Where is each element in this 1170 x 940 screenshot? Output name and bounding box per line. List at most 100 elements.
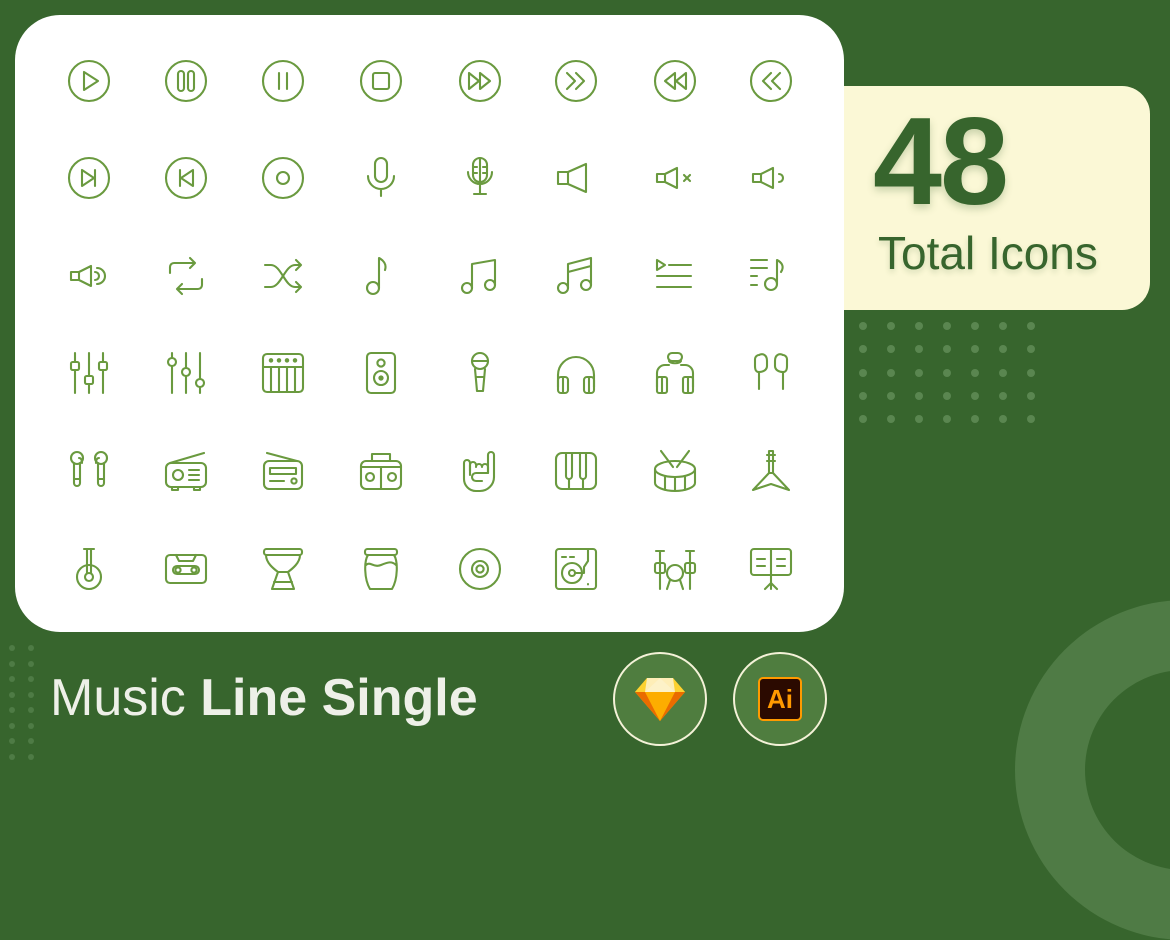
icon-count-label: Total Icons bbox=[878, 227, 1098, 279]
dot bbox=[887, 322, 895, 330]
speaker-mute-icon bbox=[651, 154, 699, 202]
equalizer-square-icon bbox=[65, 349, 113, 397]
dot bbox=[9, 676, 15, 682]
synthesizer-icon bbox=[259, 349, 307, 397]
fast-forward-circle-icon bbox=[456, 57, 504, 105]
dot bbox=[859, 369, 867, 377]
headset-icon bbox=[651, 349, 699, 397]
earphones-icon bbox=[747, 349, 795, 397]
dot bbox=[9, 754, 15, 760]
dot bbox=[859, 322, 867, 330]
dot bbox=[1027, 322, 1035, 330]
dot bbox=[28, 676, 34, 682]
sketch-badge bbox=[613, 652, 707, 746]
pause-circle-icon bbox=[162, 57, 210, 105]
dot bbox=[943, 392, 951, 400]
speaker-high-icon bbox=[65, 252, 113, 300]
stop-circle-icon bbox=[357, 57, 405, 105]
studio-microphone-icon bbox=[456, 154, 504, 202]
dot bbox=[915, 322, 923, 330]
dot bbox=[887, 369, 895, 377]
dot bbox=[999, 345, 1007, 353]
skip-next-circle-icon bbox=[65, 154, 113, 202]
title-regular: Music bbox=[50, 669, 201, 727]
dot bbox=[1027, 415, 1035, 423]
illustrator-icon: Ai bbox=[758, 677, 802, 721]
illustrator-badge: Ai bbox=[733, 652, 827, 746]
dot bbox=[9, 661, 15, 667]
equalizer-round-icon bbox=[162, 349, 210, 397]
dot bbox=[1027, 392, 1035, 400]
dot bbox=[915, 345, 923, 353]
dot bbox=[887, 392, 895, 400]
dot bbox=[943, 345, 951, 353]
dot bbox=[9, 723, 15, 729]
icon-count: 48 bbox=[873, 93, 1009, 231]
dot bbox=[28, 754, 34, 760]
dot bbox=[9, 738, 15, 744]
record-circle-icon bbox=[259, 154, 307, 202]
music-stand-icon bbox=[747, 545, 795, 593]
dot bbox=[971, 322, 979, 330]
product-title: Music Line Single bbox=[50, 672, 478, 724]
beamed-notes-icon bbox=[552, 252, 600, 300]
dot bbox=[999, 415, 1007, 423]
snare-drum-icon bbox=[651, 447, 699, 495]
sketch-icon bbox=[635, 678, 685, 721]
dot bbox=[859, 345, 867, 353]
dot bbox=[943, 369, 951, 377]
handheld-mic-icon bbox=[456, 349, 504, 397]
dot bbox=[915, 392, 923, 400]
chevrons-forward-circle-icon bbox=[552, 57, 600, 105]
dot bbox=[943, 415, 951, 423]
play-circle-icon bbox=[65, 57, 113, 105]
music-notes-icon bbox=[456, 252, 504, 300]
speaker-low-icon bbox=[747, 154, 795, 202]
banjo-icon bbox=[65, 545, 113, 593]
earbuds-icon bbox=[65, 447, 113, 495]
skip-previous-circle-icon bbox=[162, 154, 210, 202]
playlist-icon bbox=[651, 252, 699, 300]
rewind-circle-icon bbox=[651, 57, 699, 105]
djembe-icon bbox=[259, 545, 307, 593]
chevrons-back-circle-icon bbox=[747, 57, 795, 105]
dot bbox=[971, 345, 979, 353]
dot bbox=[28, 707, 34, 713]
dot bbox=[1027, 345, 1035, 353]
drum-kit-icon bbox=[651, 545, 699, 593]
dot bbox=[887, 345, 895, 353]
title-bold: Line Single bbox=[200, 669, 478, 727]
boombox-icon bbox=[357, 447, 405, 495]
electric-guitar-icon bbox=[747, 447, 795, 495]
dot bbox=[999, 392, 1007, 400]
dot bbox=[859, 392, 867, 400]
radio-icon bbox=[162, 447, 210, 495]
microphone-icon bbox=[357, 154, 405, 202]
loudspeaker-icon bbox=[357, 349, 405, 397]
dot bbox=[943, 322, 951, 330]
piano-keys-icon bbox=[552, 447, 600, 495]
dot bbox=[1027, 369, 1035, 377]
turntable-icon bbox=[552, 545, 600, 593]
dot bbox=[887, 415, 895, 423]
dot bbox=[28, 723, 34, 729]
shuffle-icon bbox=[259, 252, 307, 300]
dot bbox=[9, 645, 15, 651]
dot bbox=[28, 661, 34, 667]
dot bbox=[28, 738, 34, 744]
vinyl-disc-icon bbox=[456, 545, 504, 593]
dot bbox=[971, 369, 979, 377]
dot bbox=[9, 692, 15, 698]
illustrator-label: Ai bbox=[767, 684, 793, 714]
dot bbox=[999, 322, 1007, 330]
headphones-icon bbox=[552, 349, 600, 397]
dot bbox=[915, 415, 923, 423]
dot bbox=[28, 645, 34, 651]
dot bbox=[971, 415, 979, 423]
music-queue-icon bbox=[747, 252, 795, 300]
dot bbox=[999, 369, 1007, 377]
pause-thin-circle-icon bbox=[259, 57, 307, 105]
repeat-icon bbox=[162, 252, 210, 300]
dot bbox=[859, 415, 867, 423]
music-note-icon bbox=[357, 252, 405, 300]
